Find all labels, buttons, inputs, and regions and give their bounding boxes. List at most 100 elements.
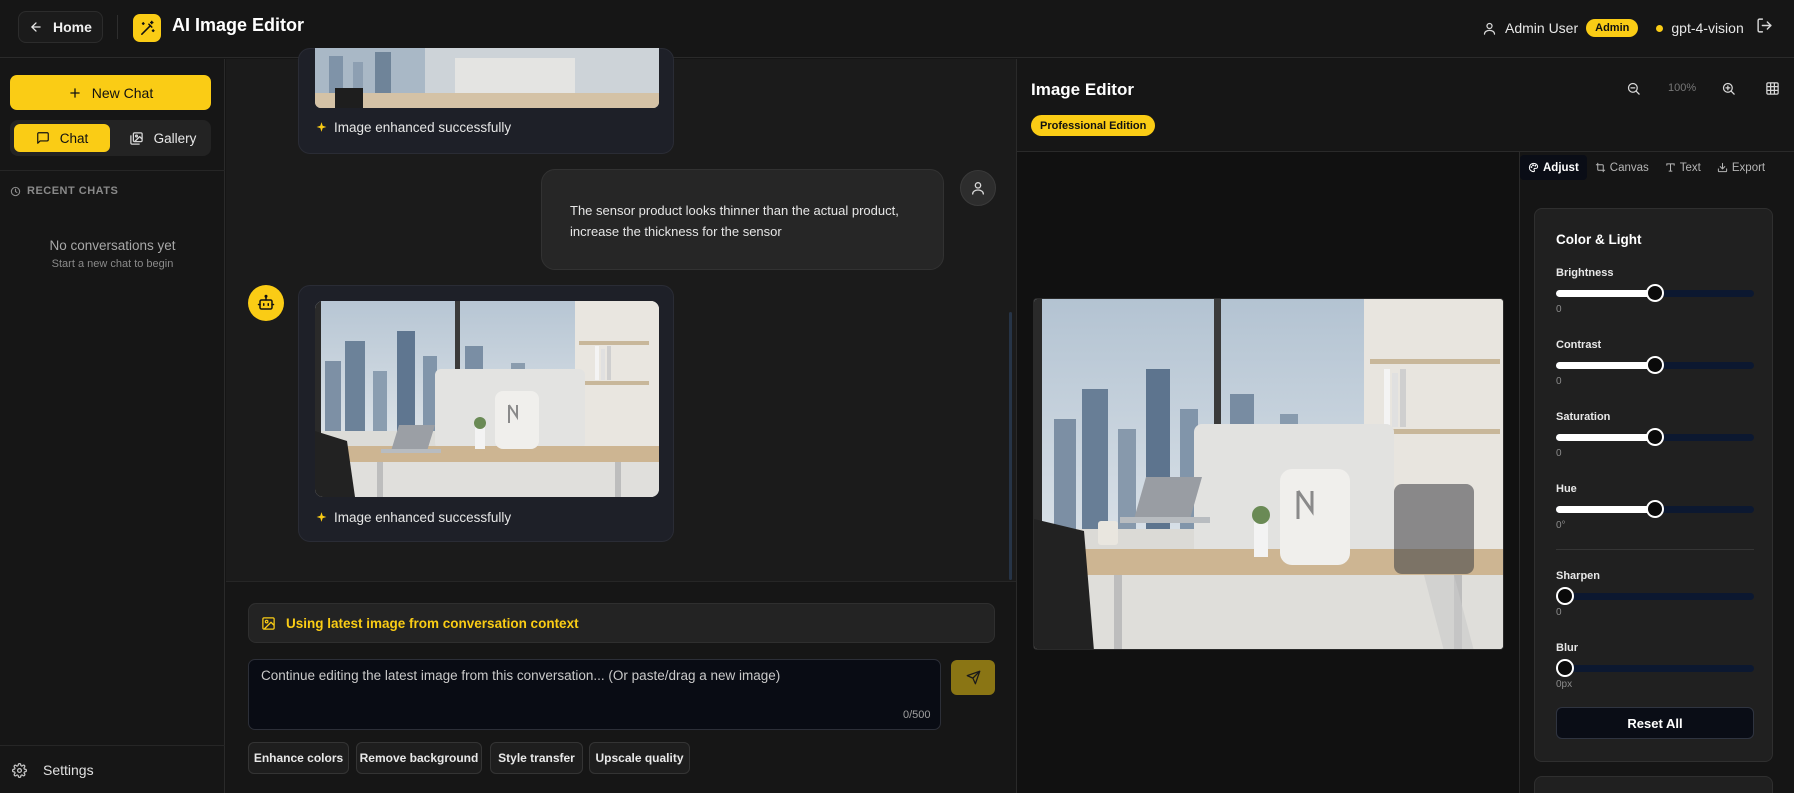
- zoom-level: 100%: [1668, 82, 1697, 94]
- clock-icon: [10, 186, 21, 197]
- slider-label-sharpen: Sharpen: [1556, 570, 1601, 582]
- blur-value: 0px: [1556, 679, 1573, 690]
- sidebar-divider: [0, 170, 225, 171]
- tab-chat[interactable]: Chat: [14, 124, 110, 152]
- prompt-placeholder: Continue editing the latest image from t…: [261, 668, 781, 683]
- assistant-message-text: Image enhanced successfully: [334, 510, 512, 525]
- settings-button[interactable]: Settings: [12, 762, 94, 778]
- slider-label-brightness: Brightness: [1556, 267, 1614, 279]
- hue-slider-thumb[interactable]: [1646, 500, 1664, 518]
- settings-label: Settings: [43, 762, 94, 778]
- assistant-avatar: [248, 285, 284, 321]
- brightness-slider-thumb[interactable]: [1646, 284, 1664, 302]
- zoom-in-button[interactable]: [1721, 81, 1736, 96]
- saturation-slider-thumb[interactable]: [1646, 428, 1664, 446]
- saturation-value: 0: [1556, 448, 1562, 459]
- quick-action-enhance-colors[interactable]: Enhance colors: [248, 742, 349, 774]
- send-button[interactable]: [951, 660, 995, 695]
- editor-image[interactable]: [1033, 298, 1504, 650]
- recent-chats-label: RECENT CHATS: [27, 185, 119, 197]
- download-icon: [1717, 162, 1728, 173]
- character-count: 0/500: [903, 709, 931, 721]
- quick-action-upscale-quality[interactable]: Upscale quality: [589, 742, 690, 774]
- app-logo: [133, 14, 161, 42]
- tab-canvas-label: Canvas: [1609, 161, 1649, 174]
- user-name: Admin User: [1505, 20, 1579, 36]
- log-out-icon: [1756, 17, 1773, 34]
- tab-gallery[interactable]: Gallery: [118, 124, 207, 152]
- quick-action-style-transfer[interactable]: Style transfer: [490, 742, 583, 774]
- empty-state-title: No conversations yet: [49, 238, 176, 253]
- chat-scrollbar[interactable]: [1009, 312, 1012, 580]
- sharpen-slider[interactable]: [1556, 593, 1754, 600]
- edition-badge: Professional Edition: [1031, 115, 1156, 136]
- sharpen-value: 0: [1556, 607, 1562, 618]
- user-message-text: The sensor product looks thinner than th…: [570, 203, 899, 239]
- user-avatar: [960, 170, 996, 206]
- user-message: The sensor product looks thinner than th…: [541, 169, 944, 270]
- user-area: Admin User Admin gpt-4-vision: [1482, 16, 1744, 40]
- logout-button[interactable]: [1756, 17, 1773, 34]
- blur-slider[interactable]: [1556, 665, 1754, 672]
- generated-image-thumbnail[interactable]: [315, 48, 659, 108]
- app-title: AI Image Editor: [172, 15, 305, 35]
- home-button[interactable]: Home: [18, 11, 103, 43]
- editor-title: Image Editor: [1031, 80, 1134, 99]
- tab-export[interactable]: Export: [1709, 155, 1773, 180]
- plus-icon: [68, 86, 82, 100]
- slider-label-saturation: Saturation: [1556, 411, 1611, 423]
- context-banner: Using latest image from conversation con…: [248, 603, 995, 643]
- assistant-message-text-row: Image enhanced successfully: [315, 120, 511, 135]
- contrast-slider-fill: [1556, 362, 1655, 369]
- image-icon: [261, 616, 276, 631]
- blur-slider-thumb[interactable]: [1556, 659, 1574, 677]
- editor-header: [1017, 59, 1794, 152]
- zoom-in-icon: [1721, 81, 1736, 96]
- grid-toggle-button[interactable]: [1765, 81, 1780, 96]
- tab-adjust-label: Adjust: [1543, 161, 1579, 174]
- hue-value: 0°: [1556, 520, 1566, 531]
- slider-label-blur: Blur: [1556, 642, 1578, 654]
- crop-icon: [1595, 162, 1606, 173]
- prompt-input[interactable]: Continue editing the latest image from t…: [248, 659, 941, 730]
- quick-action-remove-background[interactable]: Remove background: [356, 742, 482, 774]
- home-label: Home: [53, 19, 92, 35]
- brightness-slider-fill: [1556, 290, 1655, 297]
- brightness-value: 0: [1556, 304, 1562, 315]
- slider-label-hue: Hue: [1556, 483, 1577, 495]
- assistant-message-text: Image enhanced successfully: [334, 120, 512, 135]
- tab-adjust[interactable]: Adjust: [1520, 155, 1587, 180]
- reset-all-button[interactable]: Reset All: [1556, 707, 1754, 739]
- contrast-slider-thumb[interactable]: [1646, 356, 1664, 374]
- message-square-icon: [36, 131, 50, 145]
- magic-wand-icon: [139, 20, 156, 37]
- tab-export-label: Export: [1731, 161, 1766, 174]
- slider-label-contrast: Contrast: [1556, 339, 1602, 351]
- tool-tabs: Adjust Canvas Text Export: [1520, 155, 1792, 182]
- model-status-dot: [1656, 24, 1664, 32]
- model-name: gpt-4-vision: [1671, 20, 1744, 36]
- gear-icon: [12, 762, 27, 778]
- tab-canvas[interactable]: Canvas: [1587, 155, 1657, 180]
- send-icon: [966, 670, 981, 685]
- palette-icon: [1528, 162, 1539, 173]
- section-title: Color & Light: [1556, 232, 1642, 247]
- user-icon: [1482, 21, 1497, 36]
- bot-icon: [257, 294, 275, 312]
- tab-chat-label: Chat: [59, 130, 89, 146]
- context-banner-text: Using latest image from conversation con…: [286, 615, 579, 631]
- empty-state-subtitle: Start a new chat to begin: [51, 258, 174, 270]
- grid-icon: [1765, 81, 1780, 96]
- recent-chats-heading: RECENT CHATS: [10, 185, 118, 197]
- role-badge: Admin: [1586, 19, 1639, 37]
- zoom-out-button[interactable]: [1626, 81, 1641, 96]
- sparkles-icon: [315, 511, 328, 524]
- next-settings-card: [1534, 776, 1773, 793]
- header-divider: [117, 15, 118, 39]
- sharpen-slider-thumb[interactable]: [1556, 587, 1574, 605]
- generated-image-thumbnail[interactable]: [315, 301, 659, 497]
- tab-text[interactable]: Text: [1657, 155, 1709, 180]
- new-chat-button[interactable]: New Chat: [10, 75, 211, 110]
- arrow-left-icon: [29, 20, 43, 34]
- new-chat-label: New Chat: [91, 84, 154, 101]
